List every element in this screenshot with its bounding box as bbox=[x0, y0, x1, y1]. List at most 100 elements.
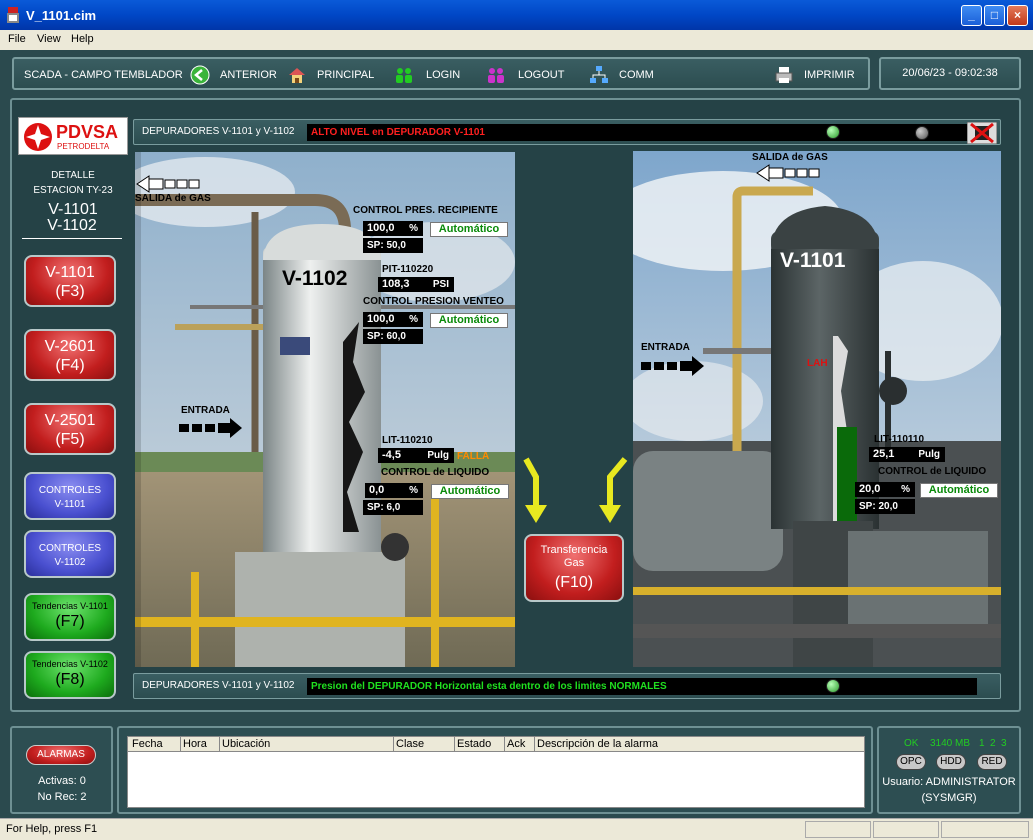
v1102-venteo-sp[interactable]: SP: 60,0 bbox=[363, 329, 423, 344]
btn-sub: V-1102 bbox=[54, 557, 86, 568]
status-led-green bbox=[826, 679, 840, 693]
bottom-message-label: DEPURADORES V-1101 y V-1102 bbox=[142, 680, 295, 691]
v1102-pit-value: 108,3 PSI bbox=[378, 277, 454, 292]
status-help-text: For Help, press F1 bbox=[6, 823, 98, 835]
v1101-liq-value: 20,0% bbox=[855, 482, 915, 497]
btn-key: (F3) bbox=[55, 283, 85, 300]
logo-text: PDVSA bbox=[56, 122, 119, 142]
imprimir-button[interactable]: IMPRIMIR bbox=[804, 66, 855, 84]
btn-label: Tendencias V-1102 bbox=[32, 659, 108, 669]
logout-button[interactable]: LOGOUT bbox=[518, 66, 564, 84]
alarm-table-header: Fecha Hora Ubicación Clase Estado Ack De… bbox=[128, 737, 864, 752]
btn-label: V-1101 bbox=[45, 264, 95, 281]
hdd-status-button[interactable]: HDD bbox=[936, 754, 966, 770]
alarmas-button[interactable]: ALARMAS bbox=[26, 745, 96, 765]
v1102-pres-ctrl-value: 100,0% bbox=[363, 221, 423, 236]
v1102-liq-mode[interactable]: Automático bbox=[431, 484, 509, 499]
v1101-nav-button[interactable]: V-1101 (F3) bbox=[24, 255, 116, 307]
v1101-lit-value: 25,1 Pulg bbox=[869, 447, 945, 462]
btn-key: (F10) bbox=[554, 574, 594, 591]
status-pane-2 bbox=[873, 821, 939, 838]
col-ack[interactable]: Ack bbox=[504, 737, 525, 752]
menu-help[interactable]: Help bbox=[71, 33, 94, 45]
comm-button[interactable]: COMM bbox=[619, 66, 654, 84]
col-clase[interactable]: Clase bbox=[393, 737, 424, 752]
col-estado[interactable]: Estado bbox=[454, 737, 491, 752]
col-descripcion[interactable]: Descripción de la alarma bbox=[534, 737, 658, 752]
back-arrow-icon[interactable] bbox=[190, 65, 210, 85]
controles-v1102-button[interactable]: CONTROLES V-1102 bbox=[24, 530, 116, 578]
v1101-lah-indicator: LAH bbox=[807, 358, 828, 369]
minimize-button[interactable]: _ bbox=[961, 5, 982, 26]
btn-label: CONTROLES bbox=[38, 485, 102, 496]
v1102-lit-tag: LIT-110210 bbox=[382, 435, 433, 446]
status-led-green bbox=[826, 125, 840, 139]
v1102-venteo-title: CONTROL PRESION VENTEO bbox=[363, 296, 504, 307]
v1102-tag: V-1102 bbox=[282, 267, 348, 290]
opc-status-button[interactable]: OPC bbox=[896, 754, 926, 770]
logout-users-icon[interactable] bbox=[486, 65, 506, 85]
v1102-pres-ctrl-sp[interactable]: SP: 50,0 bbox=[363, 238, 423, 253]
v1102-liq-sp[interactable]: SP: 6,0 bbox=[363, 500, 423, 515]
v1102-lit-value: -4,5 Pulg bbox=[378, 448, 454, 463]
maximize-button[interactable]: □ bbox=[984, 5, 1005, 26]
vessel2-label: V-1102 bbox=[22, 217, 122, 239]
top-message-text: ALTO NIVEL en DEPURADOR V-1101 bbox=[307, 124, 977, 141]
home-icon[interactable] bbox=[287, 65, 307, 85]
v1102-pres-ctrl-mode[interactable]: Automático bbox=[430, 222, 508, 237]
printer-icon[interactable] bbox=[774, 65, 794, 85]
tendencias-v1101-button[interactable]: Tendencias V-1101 (F7) bbox=[24, 593, 116, 641]
btn-label: Transferencia bbox=[540, 544, 608, 556]
v1101-liq-mode[interactable]: Automático bbox=[920, 483, 998, 498]
user-label: Usuario: ADMINISTRATOR bbox=[882, 776, 1016, 788]
network-icon[interactable] bbox=[589, 65, 609, 85]
controles-v1101-button[interactable]: CONTROLES V-1101 bbox=[24, 472, 116, 520]
value: 25,1 bbox=[873, 448, 895, 460]
unit: Pulg bbox=[427, 450, 449, 461]
value: 20,0 bbox=[859, 483, 881, 495]
top-message-bar: DEPURADORES V-1101 y V-1102 ALTO NIVEL e… bbox=[133, 119, 1001, 145]
tendencias-v1102-button[interactable]: Tendencias V-1102 (F8) bbox=[24, 651, 116, 699]
v1101-photo bbox=[633, 151, 1001, 667]
menu-view[interactable]: View bbox=[37, 33, 61, 45]
alarm-table[interactable]: Fecha Hora Ubicación Clase Estado Ack De… bbox=[127, 736, 865, 808]
btn-label-2: Gas bbox=[563, 557, 585, 569]
v1101-liq-title: CONTROL de LIQUIDO bbox=[878, 466, 987, 477]
close-button[interactable]: × bbox=[1007, 5, 1028, 26]
app-label: SCADA - CAMPO TEMBLADOR bbox=[24, 69, 183, 81]
login-users-icon[interactable] bbox=[394, 65, 414, 85]
principal-button[interactable]: PRINCIPAL bbox=[317, 66, 374, 84]
v1102-venteo-mode[interactable]: Automático bbox=[430, 313, 508, 328]
transferencia-gas-button[interactable]: Transferencia Gas (F10) bbox=[524, 534, 624, 602]
v1102-inlet-label: ENTRADA bbox=[181, 405, 230, 416]
value: 108,3 bbox=[382, 278, 410, 290]
v1101-tag: V-1101 bbox=[780, 249, 846, 272]
red-status-button[interactable]: RED bbox=[977, 754, 1007, 770]
v1102-pit-tag: PIT-110220 bbox=[382, 264, 434, 275]
bottom-message-bar: DEPURADORES V-1101 y V-1102 Presion del … bbox=[133, 673, 1001, 699]
app-icon bbox=[7, 7, 19, 23]
v1102-venteo-value: 100,0% bbox=[363, 312, 423, 327]
col-hora[interactable]: Hora bbox=[180, 737, 207, 752]
v1102-liq-title: CONTROL de LIQUIDO bbox=[381, 467, 490, 478]
alarm-silence-icon[interactable] bbox=[967, 122, 997, 144]
v2601-nav-button[interactable]: V-2601 (F4) bbox=[24, 329, 116, 381]
status-pane-3 bbox=[941, 821, 1029, 838]
btn-sub: V-1101 bbox=[54, 499, 86, 510]
btn-label: V-2501 bbox=[44, 412, 96, 429]
v1101-gas-outlet-label: SALIDA de GAS bbox=[752, 152, 828, 163]
col-ubicacion[interactable]: Ubicación bbox=[219, 737, 270, 752]
alarms-unack-count: No Rec: 2 bbox=[37, 791, 87, 803]
col-fecha[interactable]: Fecha bbox=[132, 738, 163, 750]
anterior-button[interactable]: ANTERIOR bbox=[220, 66, 277, 84]
v1101-liq-sp[interactable]: SP: 20,0 bbox=[855, 499, 915, 514]
login-button[interactable]: LOGIN bbox=[426, 66, 460, 84]
system-status-panel: OK 3140 MB 1 2 3 OPC HDD RED Usuario: AD… bbox=[877, 726, 1021, 814]
menu-file[interactable]: File bbox=[8, 33, 26, 45]
v2501-nav-button[interactable]: V-2501 (F5) bbox=[24, 403, 116, 455]
status-led-gray bbox=[915, 126, 929, 140]
menu-bar: File View Help bbox=[0, 30, 1033, 50]
pdvsa-logo: PDVSA PETRODELTA bbox=[18, 117, 128, 155]
btn-key: (F5) bbox=[55, 431, 85, 448]
unit: % bbox=[409, 223, 418, 234]
